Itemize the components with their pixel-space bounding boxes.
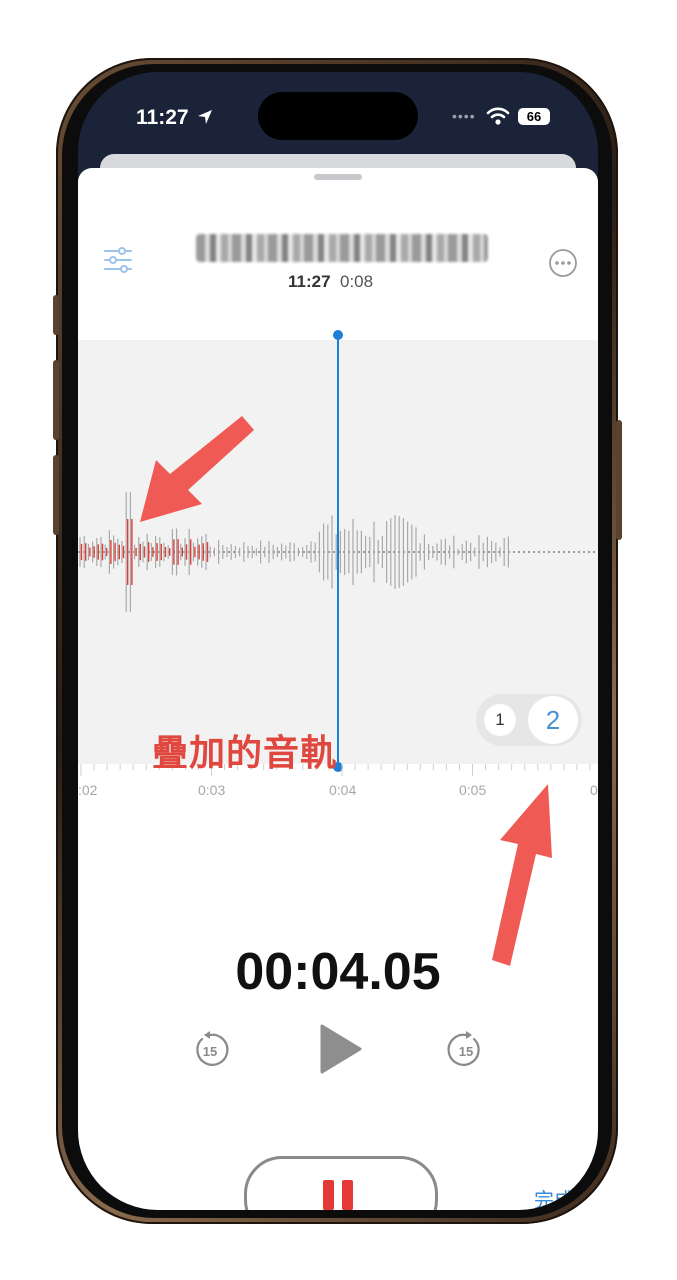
more-ellipsis-icon[interactable] [548,248,578,278]
sheet-grabber[interactable] [314,174,362,180]
signal-dots: •••• [452,108,476,124]
playhead[interactable] [337,334,339,768]
power-button [616,420,622,540]
annotation-arrow-down-left [140,416,254,522]
timeline-label: 0:03 [198,782,226,798]
wifi-icon [486,107,510,125]
pause-icon [323,1180,334,1210]
volume-down-button [53,455,59,535]
play-icon[interactable] [316,1022,364,1076]
timeline-label: 0:04 [329,782,357,798]
phone-screen: 11:27 •••• 66 11:27 0:08:02 0:03 0:04 0… [78,72,598,1210]
track-2-option[interactable]: 2 [528,696,578,744]
recording-duration: 0:08 [340,272,374,291]
recording-sheet: 11:27 0:08 :02 0:03 0:04 0:05 0 1 2 疊加的音… [78,168,598,1210]
recording-title-blurred [196,234,488,262]
timeline-label: :02 [78,782,98,798]
playhead-top-handle[interactable] [333,330,343,340]
battery-icon: 66 [518,108,550,125]
status-time: 11:27 [136,106,189,129]
skip-back-15-icon[interactable]: 15 [190,1030,230,1070]
pause-record-button[interactable] [244,1156,438,1210]
skip-back-seconds: 15 [203,1044,217,1059]
annotation-arrow-up-right [492,784,552,966]
overlay-track-annotation: 疊加的音軌 [152,733,338,774]
track-1-option[interactable]: 1 [484,704,516,736]
timeline-label: 0 [590,782,598,798]
skip-forward-seconds: 15 [459,1044,473,1059]
pause-icon [342,1180,353,1210]
options-sliders-icon[interactable] [102,244,134,276]
recording-meta: 11:27 0:08 [288,272,373,292]
status-bar: 11:27 •••• 66 [78,72,598,162]
location-arrow-icon [198,110,212,124]
dynamic-island [258,92,418,140]
volume-up-button [53,360,59,440]
skip-forward-15-icon[interactable]: 15 [446,1030,486,1070]
done-button[interactable]: 完成 [534,1184,574,1210]
recording-clock-time: 11:27 [288,272,331,291]
action-button [53,295,59,335]
timeline-label: 0:05 [459,782,487,798]
